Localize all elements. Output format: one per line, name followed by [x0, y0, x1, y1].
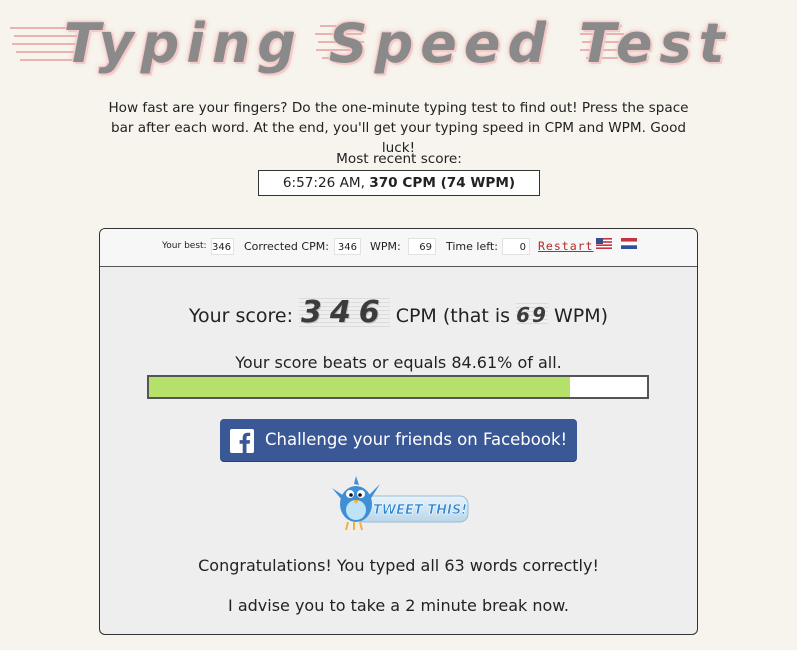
results-panel: Your best: 346 Corrected CPM: 346 WPM: 6… — [99, 228, 698, 635]
site-logo: Typing Speed Test — [10, 6, 785, 82]
time-left-label: Time left: — [446, 240, 498, 253]
tweet-this-button[interactable]: TWEET THIS! — [328, 474, 472, 536]
score-cpm: 346 — [299, 295, 390, 330]
score-wpm: 69 — [516, 303, 548, 327]
score-prefix: Your score: — [188, 305, 293, 327]
facebook-challenge-button[interactable]: Challenge your friends on Facebook! — [220, 419, 577, 461]
best-value: 346 — [211, 238, 234, 255]
best-label: Your best: — [162, 241, 207, 251]
score-line: Your score: 346 CPM (that is 69 WPM) — [100, 295, 697, 330]
percentile-bar-fill — [149, 377, 571, 397]
congrats-message: Congratulations! You typed all 63 words … — [198, 556, 599, 575]
recent-score-value: 370 CPM (74 WPM) — [369, 175, 516, 191]
time-left-value: 0 — [502, 238, 530, 255]
score-middle: CPM (that is — [395, 305, 511, 327]
us-flag-icon[interactable] — [596, 238, 612, 249]
intro-text: How fast are your fingers? Do the one-mi… — [108, 100, 689, 156]
stats-toolbar: Your best: 346 Corrected CPM: 346 WPM: 6… — [100, 229, 697, 267]
facebook-button-label: Challenge your friends on Facebook! — [265, 430, 568, 449]
recent-score-box: 6:57:26 AM, 370 CPM (74 WPM) — [258, 170, 540, 196]
score-suffix: WPM) — [554, 305, 609, 327]
restart-link[interactable]: Restart — [538, 238, 593, 255]
corrected-cpm-value: 346 — [334, 238, 361, 255]
wpm-label: WPM: — [370, 240, 401, 253]
percentile-bar — [147, 375, 649, 399]
nl-flag-icon[interactable] — [621, 238, 637, 249]
site-title: Typing Speed Test — [63, 12, 732, 75]
facebook-icon — [230, 429, 254, 453]
advise-message: I advise you to take a 2 minute break no… — [228, 596, 569, 615]
tweet-this-label: TWEET THIS! — [373, 503, 467, 518]
corrected-cpm-label: Corrected CPM: — [244, 240, 329, 253]
recent-score-time: 6:57:26 AM, — [282, 175, 365, 191]
wpm-value: 69 — [408, 238, 436, 255]
percentile-text: Your score beats or equals 84.61% of all… — [235, 353, 562, 372]
recent-score-label: Most recent score: — [336, 151, 462, 167]
